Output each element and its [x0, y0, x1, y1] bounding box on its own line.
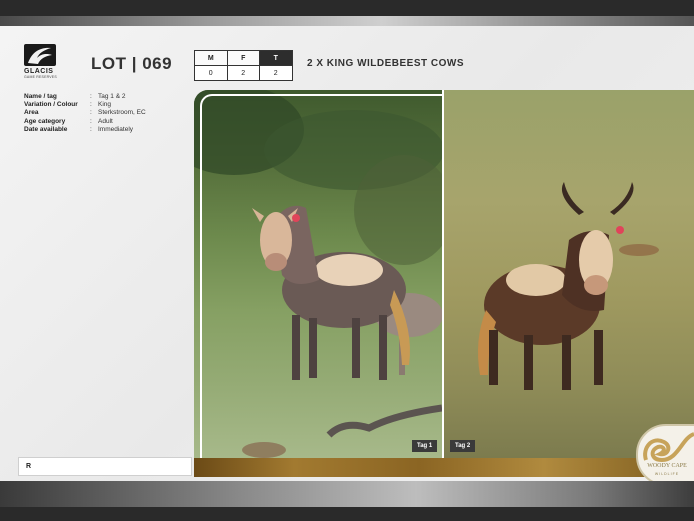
- bottom-bar: [0, 507, 694, 521]
- wood-strip: [194, 458, 694, 477]
- detail-row-variation: Variation / Colour: King: [24, 101, 112, 109]
- detail-value: King: [98, 101, 112, 109]
- search-input[interactable]: R: [18, 457, 192, 476]
- count-female: 2: [226, 65, 260, 81]
- detail-key: Age category: [24, 117, 66, 125]
- lot-description: 2 X KING WILDEBEEST COWS: [307, 58, 465, 69]
- brand-name: WOODY CAPE: [647, 463, 687, 469]
- logo-subtitle: GAME RESERVES: [24, 75, 57, 79]
- detail-key: Area: [24, 109, 39, 117]
- brand-subtitle: WILDLIFE: [654, 472, 680, 476]
- detail-row-date: Date available: Immediately: [24, 125, 134, 133]
- count-header-total: T: [259, 50, 293, 66]
- wildebeest-photo-2[interactable]: [444, 90, 694, 458]
- detail-value: Tag 1 & 2: [98, 93, 126, 100]
- detail-row-name: Name / tag: Tag 1 & 2: [24, 93, 126, 100]
- count-total: 2: [259, 65, 293, 81]
- woody-cape-emblem: [636, 424, 694, 486]
- glacis-logo: GLACIS GAME RESERVES: [24, 44, 60, 84]
- sex-count-table: M F T 0 2 2: [194, 50, 293, 81]
- photo-gallery: [194, 90, 694, 458]
- detail-value: Sterkstroom, EC: [98, 109, 146, 117]
- details-list: Name / tag: Tag 1 & 2 Variation / Colour…: [24, 93, 146, 134]
- detail-key: Name / tag: [24, 93, 57, 100]
- tag-1-label: Tag 1: [412, 440, 438, 452]
- top-stripe: [0, 16, 694, 26]
- detail-row-area: Area: Sterkstroom, EC: [24, 109, 146, 117]
- tag-2-label: Tag 2: [450, 440, 476, 452]
- detail-value: Immediately: [98, 125, 134, 133]
- lot-slide: GLACIS GAME RESERVES LOT | 069 M F T 0 2…: [0, 26, 694, 486]
- count-header-male: M: [194, 50, 228, 66]
- count-male: 0: [194, 65, 228, 81]
- lot-title: LOT | 069: [91, 54, 173, 73]
- photo-divider: [442, 90, 444, 458]
- detail-key: Date available: [24, 125, 68, 133]
- photo-inner-border: [200, 94, 442, 458]
- top-bar: [0, 0, 694, 16]
- count-header-female: F: [226, 50, 260, 66]
- woody-cape-logo: WOODY CAPE WILDLIFE: [634, 424, 694, 486]
- detail-key: Variation / Colour: [24, 101, 78, 109]
- detail-value: Adult: [98, 117, 113, 125]
- bottom-stripe: [0, 481, 694, 507]
- logo-name: GLACIS: [24, 68, 54, 75]
- glacis-logo-icon: [24, 44, 56, 66]
- detail-row-age: Age category: Adult: [24, 117, 113, 125]
